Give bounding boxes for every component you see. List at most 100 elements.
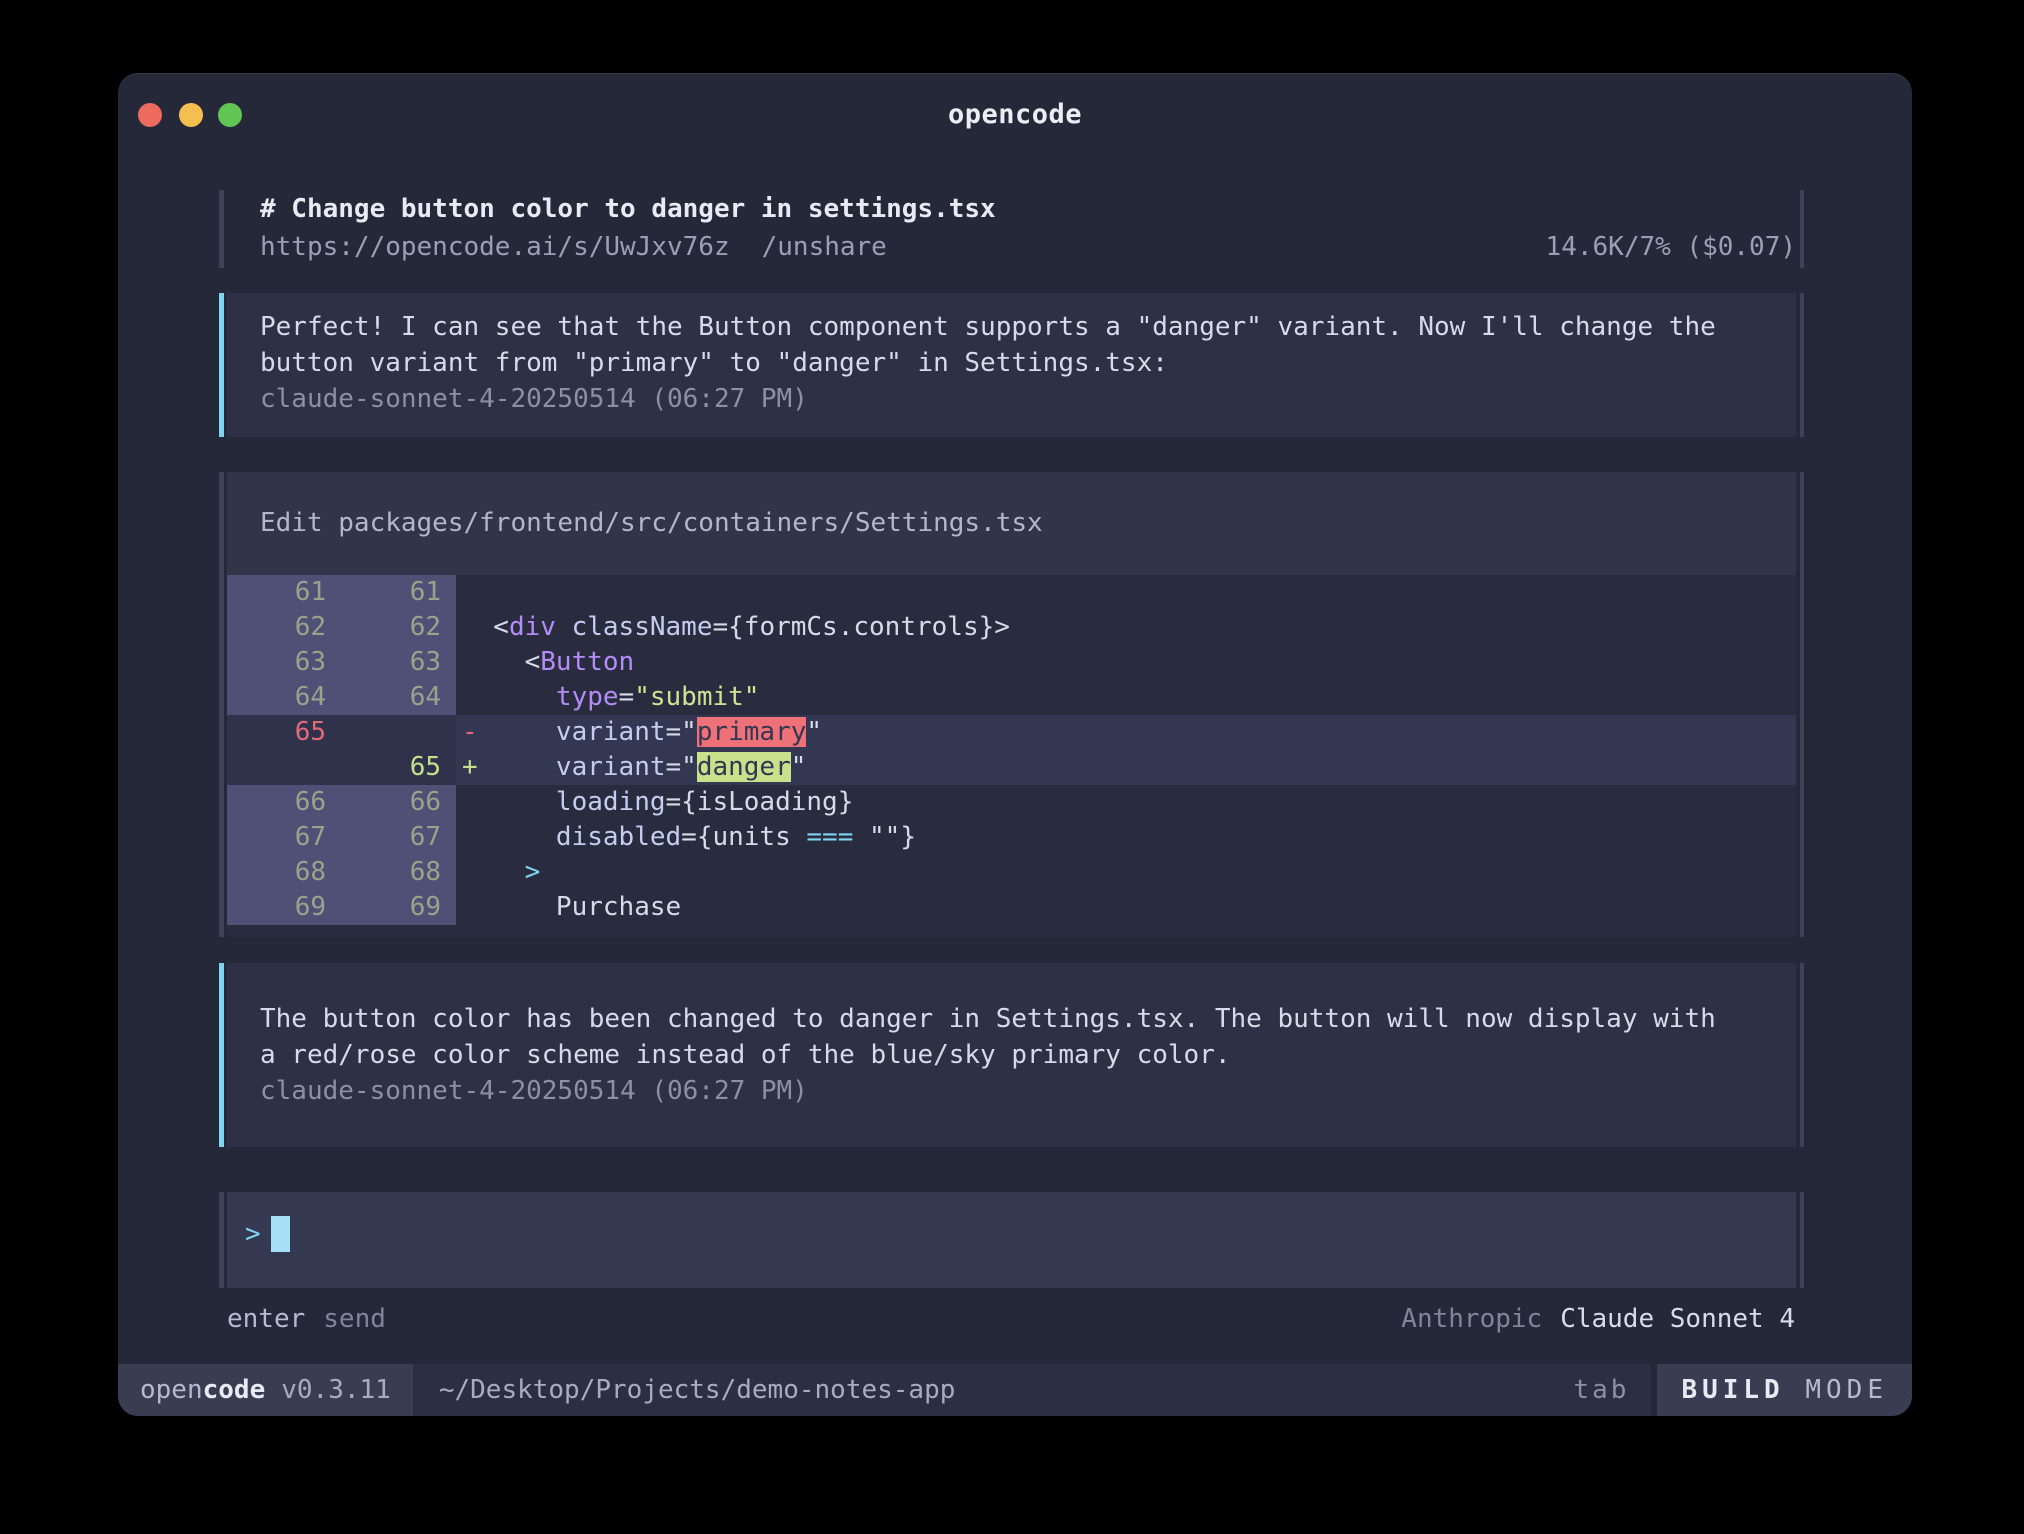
message-right-border: [1800, 963, 1804, 1147]
diff-file-header: Edit packages/frontend/src/containers/Se…: [227, 472, 1796, 575]
diff-gutter: 65: [227, 750, 456, 785]
old-line-number: 65: [227, 715, 326, 750]
diff-code-cell: Purchase: [456, 890, 1796, 925]
code-token: =: [666, 787, 682, 817]
hint-row: enter send Anthropic Claude Sonnet 4: [219, 1301, 1804, 1337]
old-line-number: [227, 750, 326, 785]
code-token: [462, 682, 556, 712]
diff-row-ctx: 6868 >: [227, 855, 1796, 890]
message-line: Perfect! I can see that the Button compo…: [260, 309, 1776, 345]
code-token: primary: [697, 717, 807, 747]
code-token: [462, 857, 525, 887]
code-token: ": [791, 752, 807, 782]
old-line-number: 61: [227, 575, 326, 610]
diff-code-cell: disabled={units === ""}: [456, 820, 1796, 855]
diff-code-cell: <Button: [456, 645, 1796, 680]
old-line-number: 69: [227, 890, 326, 925]
provider-label: Anthropic: [1401, 1301, 1542, 1337]
diff-scrollbar[interactable]: [1800, 472, 1804, 937]
new-line-number: 68: [326, 855, 441, 890]
code-token: =: [619, 682, 635, 712]
diff-row-ctx: 6666 loading={isLoading}: [227, 785, 1796, 820]
diff-code-cell: - variant="primary": [456, 715, 1796, 750]
diff-code-cell: [456, 575, 1796, 610]
code-token: ""}: [853, 822, 916, 852]
opencode-terminal-window: opencode # Change button color to danger…: [118, 73, 1912, 1416]
diff-gutter: 6363: [227, 645, 456, 680]
window-title: opencode: [118, 99, 1912, 130]
message-line: a red/rose color scheme instead of the b…: [260, 1037, 1776, 1073]
message-text: Perfect! I can see that the Button compo…: [260, 309, 1776, 381]
new-line-number: 64: [326, 680, 441, 715]
diff-gutter: 6767: [227, 820, 456, 855]
diff-gutter: 6868: [227, 855, 456, 890]
message-line: button variant from "primary" to "danger…: [260, 345, 1776, 381]
message-text: The button color has been changed to dan…: [260, 1001, 1776, 1073]
code-token: <: [462, 647, 540, 677]
message-accent-bar: [219, 963, 224, 1147]
send-action-hint: send: [323, 1301, 386, 1337]
diff-left-border: [219, 472, 224, 937]
share-url[interactable]: https://opencode.ai/s/UwJxv76z: [260, 228, 730, 266]
diff-gutter: 65: [227, 715, 456, 750]
code-token: >: [525, 857, 541, 887]
prompt-input-block[interactable]: >: [219, 1192, 1804, 1288]
added-line-marker: +: [462, 750, 478, 785]
message-right-border: [1800, 293, 1804, 437]
code-token: =": [666, 752, 697, 782]
code-token: div: [509, 612, 556, 642]
new-line-number: 67: [326, 820, 441, 855]
code-token: <: [462, 612, 509, 642]
code-token: type: [556, 682, 619, 712]
old-line-number: 67: [227, 820, 326, 855]
text-cursor: [271, 1216, 290, 1252]
code-token: Button: [540, 647, 634, 677]
assistant-message: Perfect! I can see that the Button compo…: [219, 293, 1804, 437]
message-model-meta: claude-sonnet-4-20250514 (06:27 PM): [260, 1073, 1776, 1109]
diff-code-cell: >: [456, 855, 1796, 890]
assistant-message: The button color has been changed to dan…: [219, 963, 1804, 1147]
message-model-meta: claude-sonnet-4-20250514 (06:27 PM): [260, 381, 1776, 417]
code-token: disabled: [556, 822, 681, 852]
code-token: {formCs.controls}>: [728, 612, 1010, 642]
new-line-number: [326, 715, 441, 750]
code-token: {units: [697, 822, 807, 852]
diff-row-ctx: 6262 <div className={formCs.controls}>: [227, 610, 1796, 645]
new-line-number: 63: [326, 645, 441, 680]
old-line-number: 63: [227, 645, 326, 680]
code-token: [556, 612, 572, 642]
code-token: =: [681, 822, 697, 852]
unshare-command[interactable]: /unshare: [762, 228, 887, 266]
code-token: [462, 822, 556, 852]
code-token: variant: [556, 717, 666, 747]
diff-gutter: 6161: [227, 575, 456, 610]
old-line-number: 64: [227, 680, 326, 715]
status-bar: opencodev0.3.11 ~/Desktop/Projects/demo-…: [118, 1364, 1912, 1416]
title-bar[interactable]: opencode: [118, 73, 1912, 157]
diff-code-cell: <div className={formCs.controls}>: [456, 610, 1796, 645]
header-left-border: [219, 190, 224, 268]
new-line-number: 69: [326, 890, 441, 925]
diff-code-cell: type="submit": [456, 680, 1796, 715]
code-token: "submit": [634, 682, 759, 712]
input-right-border: [1800, 1192, 1804, 1288]
diff-gutter: 6666: [227, 785, 456, 820]
code-token: className: [572, 612, 713, 642]
code-token: Purchase: [556, 892, 681, 922]
new-line-number: 66: [326, 785, 441, 820]
model-label[interactable]: Claude Sonnet 4: [1560, 1301, 1795, 1337]
code-token: ===: [806, 822, 853, 852]
prompt-chevron: >: [245, 1216, 261, 1252]
app-name-bold: code: [203, 1375, 266, 1405]
header-spacer: [887, 228, 1546, 266]
mode-name-rest: MODE: [1785, 1375, 1888, 1405]
code-token: [462, 892, 556, 922]
mode-toggle-chip[interactable]: BUILD MODE: [1657, 1364, 1912, 1416]
code-token: =": [666, 717, 697, 747]
diff-row-ctx: 6969 Purchase: [227, 890, 1796, 925]
diff-code-cell: loading={isLoading}: [456, 785, 1796, 820]
code-token: ": [806, 717, 822, 747]
new-line-number: 62: [326, 610, 441, 645]
mode-name-bold: BUILD: [1681, 1375, 1784, 1405]
input-left-border: [219, 1192, 224, 1288]
